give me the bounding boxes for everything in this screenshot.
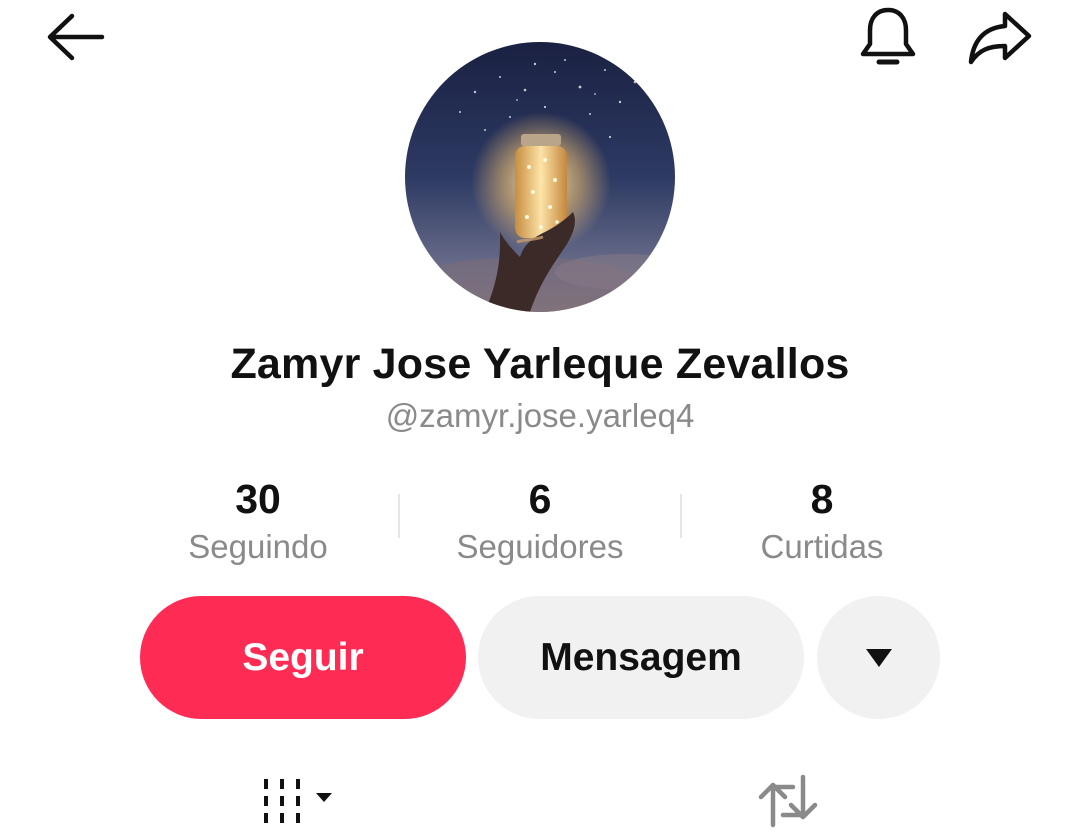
repost-arrows-icon <box>758 774 818 828</box>
avatar-image <box>405 42 675 312</box>
bell-icon <box>860 7 916 65</box>
share-arrow-icon <box>968 11 1032 65</box>
stat-followers-label: Seguidores <box>456 528 624 565</box>
notification-button[interactable] <box>848 0 928 74</box>
triangle-down-icon <box>865 648 892 667</box>
stat-likes[interactable]: 8 Curtidas <box>692 472 952 568</box>
profile-page: Zamyr Jose Yarleque Zevallos @zamyr.jose… <box>0 0 1080 840</box>
stat-divider <box>398 494 400 538</box>
stat-followers-value: 6 <box>528 476 552 522</box>
username: @zamyr.jose.yarleq4 <box>385 397 695 434</box>
follow-button[interactable]: Seguir <box>140 596 466 719</box>
stat-following-value: 30 <box>235 476 281 522</box>
stat-following[interactable]: 30 Seguindo <box>128 472 388 568</box>
stat-followers[interactable]: 6 Seguidores <box>410 472 670 568</box>
tab-videos[interactable] <box>240 762 360 840</box>
arrow-left-icon <box>47 13 105 61</box>
more-options-button[interactable] <box>817 596 940 719</box>
tab-reposts[interactable] <box>740 762 836 840</box>
back-button[interactable] <box>30 2 120 72</box>
stat-divider <box>680 494 682 538</box>
message-button[interactable]: Mensagem <box>478 596 804 719</box>
share-button[interactable] <box>958 0 1042 74</box>
avatar[interactable] <box>405 42 675 312</box>
stat-likes-label: Curtidas <box>760 528 884 565</box>
grid-lines-dropdown-icon <box>264 779 332 823</box>
stat-likes-value: 8 <box>810 476 834 522</box>
stat-following-label: Seguindo <box>188 528 328 565</box>
display-name: Zamyr Jose Yarleque Zevallos <box>230 340 850 388</box>
